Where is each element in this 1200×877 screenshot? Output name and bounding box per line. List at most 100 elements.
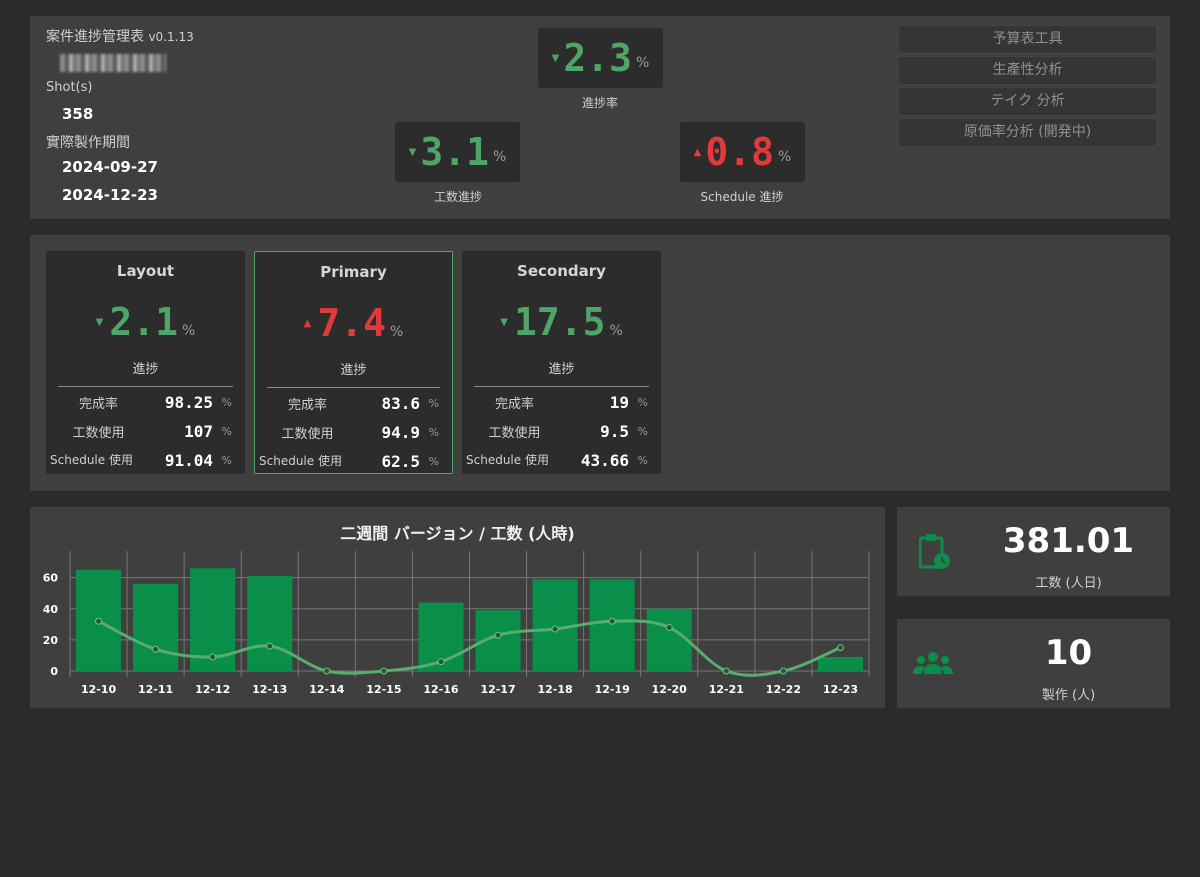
cost-analysis-button[interactable]: 原価率分析 (開発中) (898, 118, 1157, 147)
period-start: 2024-09-27 (62, 158, 158, 176)
shot-label: Shot(s) (46, 80, 93, 95)
stage-value: 2.1 (109, 300, 179, 344)
stage-progress-value: ▲ 7.4 % (255, 304, 452, 342)
effort-unit: % (493, 149, 507, 165)
progress-kpi: ▼ 2.3 % (538, 28, 663, 88)
row-value: 91.04 (164, 451, 213, 470)
y-tick-label: 40 (43, 603, 59, 616)
line-point (152, 645, 160, 653)
divider (58, 386, 233, 387)
x-tick-label: 12-12 (195, 683, 230, 696)
row-unit: % (221, 454, 232, 467)
row-value: 94.9 (381, 423, 420, 442)
row-label: Schedule 使用 (259, 454, 342, 468)
line-point (380, 667, 388, 675)
shot-value: 358 (62, 105, 94, 123)
row-value: 62.5 (381, 452, 420, 471)
productivity-analysis-button[interactable]: 生產性分析 (898, 56, 1157, 85)
x-tick-label: 12-11 (138, 683, 173, 696)
line-point (722, 667, 730, 675)
row-unit: % (637, 454, 648, 467)
effort-kpi: ▼ 3.1 % (395, 122, 520, 182)
row-value: 9.5 (600, 422, 629, 441)
x-tick-label: 12-20 (652, 683, 688, 696)
effort-total-caption: 工数 (人日) (1035, 576, 1102, 591)
chart-panel: 二週間 バージョン / 工数 (人時) 0 20 40 60 12-10 12-11 12-… (30, 507, 885, 708)
y-tick-label: 60 (43, 572, 59, 585)
stage-progress-label: 進捗 (340, 363, 367, 378)
stage-card-primary[interactable]: Primary ▲ 7.4 % 進捗 完成率 83.6 % 工数使用 94.9 … (254, 251, 453, 474)
line-point (95, 617, 103, 625)
divider (267, 387, 440, 388)
stage-progress-value: ▼ 17.5 % (462, 303, 661, 341)
period-end: 2024-12-23 (62, 186, 158, 204)
trend-down-icon: ▼ (551, 52, 560, 64)
effort-usage-row: 工数使用 9.5 % (462, 422, 661, 442)
row-unit: % (428, 397, 439, 410)
row-label: 工数使用 (488, 426, 541, 441)
row-label: 工数使用 (72, 426, 125, 441)
trend-down-icon: ▼ (408, 146, 417, 158)
schedule-usage-row: Schedule 使用 62.5 % (255, 452, 452, 472)
progress-caption: 進捗率 (581, 96, 618, 110)
stage-progress-label: 進捗 (548, 362, 575, 377)
x-tick-label: 12-17 (480, 683, 515, 696)
stage-progress-value: ▼ 2.1 % (46, 303, 245, 341)
effort-usage-row: 工数使用 107 % (46, 422, 245, 442)
x-tick-label: 12-13 (252, 683, 287, 696)
schedule-value: 0.8 (705, 130, 775, 174)
row-label: 完成率 (494, 397, 534, 412)
effort-stat-panel: 381.01 工数 (人日) (897, 507, 1170, 596)
progress-value: 2.3 (563, 36, 633, 80)
row-unit: % (637, 396, 648, 409)
line-point (665, 623, 673, 631)
row-value: 107 (184, 422, 213, 441)
staff-count-caption: 製作 (人) (1041, 688, 1096, 703)
version-text: v0.1.13 (148, 30, 194, 44)
x-tick-label: 12-18 (538, 683, 573, 696)
x-tick-label: 12-15 (366, 683, 401, 696)
stage-card-layout[interactable]: Layout ▼ 2.1 % 進捗 完成率 98.25 % 工数使用 107 %… (46, 251, 245, 474)
budget-tool-button[interactable]: 予算表工具 (898, 25, 1157, 54)
trend-down-icon: ▼ (500, 317, 508, 328)
app-title: 案件進捗管理表 v0.1.13 (46, 26, 194, 46)
summary-panel: 案件進捗管理表 v0.1.13 Shot(s) 358 實際製作期間 2024-… (30, 16, 1170, 219)
app-title-text: 案件進捗管理表 (46, 29, 144, 45)
row-label: 工数使用 (281, 427, 334, 442)
line-point (779, 667, 787, 675)
schedule-unit: % (778, 149, 792, 165)
row-value: 98.25 (164, 393, 213, 412)
schedule-kpi: ▲ 0.8 % (680, 122, 805, 182)
row-unit: % (221, 396, 232, 409)
schedule-usage-row: Schedule 使用 91.04 % (46, 451, 245, 471)
staff-count-value: 10 (1044, 633, 1093, 673)
x-tick-label: 12-21 (709, 683, 744, 696)
stage-unit: % (390, 324, 404, 340)
take-analysis-button[interactable]: テイク 分析 (898, 87, 1157, 116)
row-label: 完成率 (287, 398, 327, 413)
users-icon (913, 652, 953, 674)
effort-caption: 工数進捗 (433, 190, 482, 204)
stage-name: Layout (116, 262, 175, 280)
row-label: Schedule 使用 (50, 453, 133, 467)
row-unit: % (221, 425, 232, 438)
row-unit: % (637, 425, 648, 438)
line-point (209, 653, 217, 661)
stage-progress-label: 進捗 (132, 362, 159, 377)
progress-unit: % (636, 55, 650, 71)
y-tick-label: 20 (43, 634, 59, 647)
stage-card-secondary[interactable]: Secondary ▼ 17.5 % 進捗 完成率 19 % 工数使用 9.5 … (462, 251, 661, 474)
bar (247, 576, 293, 671)
schedule-caption: Schedule 進捗 (700, 190, 784, 204)
line-point (551, 625, 559, 633)
line-point (323, 667, 331, 675)
y-tick-label: 0 (50, 665, 58, 678)
line-point (437, 658, 445, 666)
line-point (494, 631, 502, 639)
row-label: 完成率 (78, 397, 118, 412)
row-unit: % (428, 426, 439, 439)
stage-name: Primary (320, 263, 387, 281)
line-point (608, 617, 616, 625)
stage-value: 7.4 (317, 301, 387, 345)
row-value: 43.66 (580, 451, 629, 470)
